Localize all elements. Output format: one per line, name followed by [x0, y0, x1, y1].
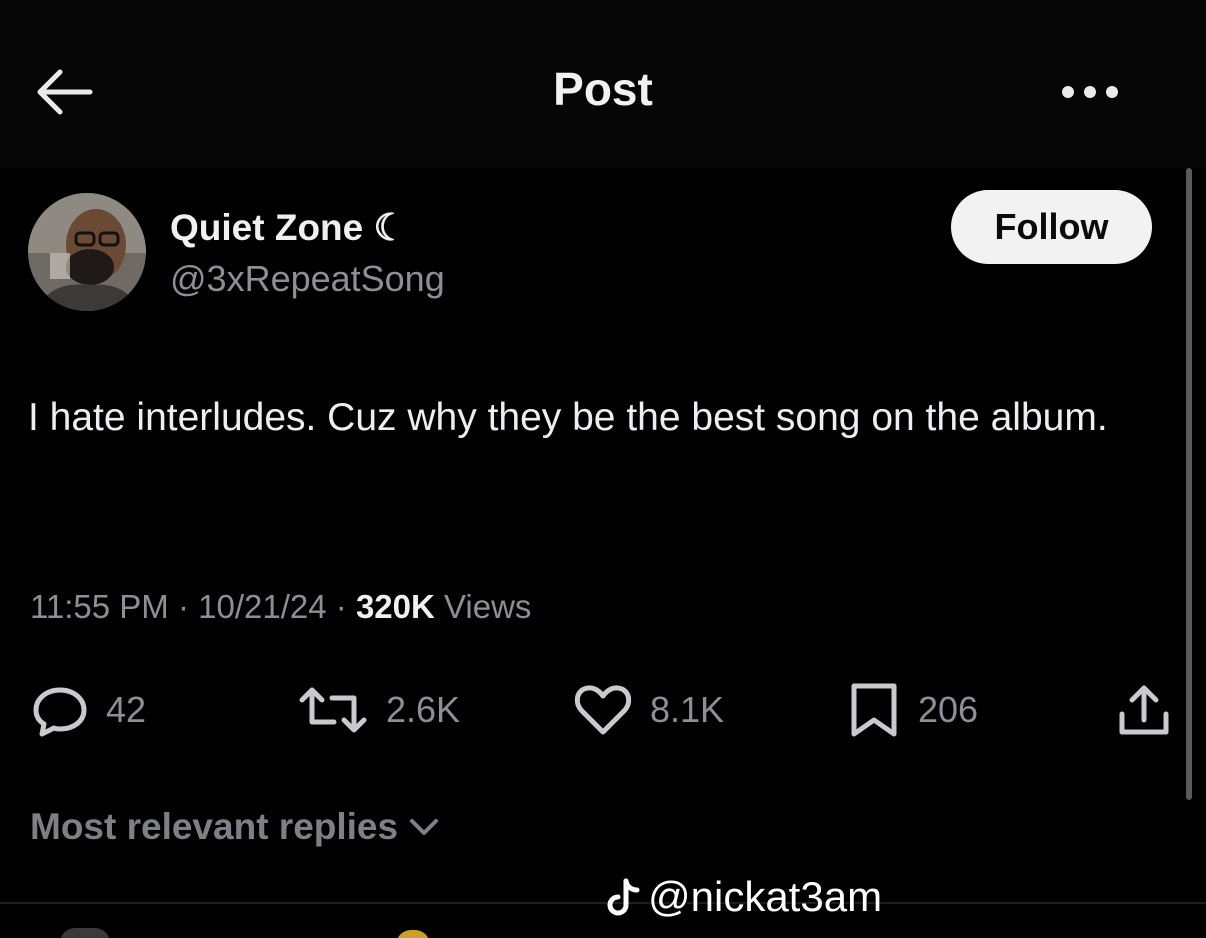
- divider: [0, 902, 1206, 904]
- author-avatar[interactable]: [28, 193, 146, 311]
- reply-icon: [33, 687, 87, 737]
- share-icon: [1119, 685, 1169, 735]
- reply-count: 42: [106, 689, 147, 730]
- author-display-name[interactable]: Quiet Zone ☾: [170, 206, 407, 249]
- like-button[interactable]: 8.1K: [572, 682, 724, 738]
- bookmark-count: 206: [918, 689, 979, 730]
- bookmark-button[interactable]: 206: [846, 682, 978, 738]
- like-icon: [574, 685, 632, 735]
- avatar-photo: [28, 193, 146, 311]
- watermark-text: @nickat3am: [648, 873, 883, 920]
- author-handle[interactable]: @3xRepeatSong: [170, 258, 445, 300]
- share-button[interactable]: [1114, 682, 1174, 738]
- more-icon: [1062, 86, 1118, 98]
- post-time: 11:55 PM: [30, 588, 169, 625]
- replies-sort-dropdown[interactable]: Most relevant replies: [30, 806, 442, 848]
- repost-button[interactable]: 2.6K: [296, 682, 460, 738]
- watermark: @nickat3am: [606, 873, 882, 921]
- reply-button[interactable]: 42: [30, 682, 146, 738]
- post-date: 10/21/24: [198, 588, 327, 625]
- meta-separator: ·: [326, 588, 356, 625]
- page-title: Post: [553, 63, 653, 115]
- post-text: I hate interludes. Cuz why they be the b…: [28, 396, 1108, 439]
- more-options-button[interactable]: [1052, 70, 1132, 114]
- top-bar: Post: [0, 0, 1206, 168]
- bookmark-icon: [851, 683, 897, 737]
- chevron-down-icon: [410, 819, 439, 835]
- follow-button[interactable]: Follow: [951, 190, 1152, 264]
- reply-avatar-peek: [60, 928, 110, 938]
- repost-icon: [299, 687, 367, 733]
- repost-count: 2.6K: [386, 689, 461, 730]
- scrollbar[interactable]: [1186, 168, 1192, 800]
- post-meta: 11:55 PM · 10/21/24 · 320K Views: [30, 588, 531, 626]
- views-count[interactable]: 320K: [356, 588, 435, 625]
- reply-emoji-peek: [396, 930, 430, 938]
- replies-sort-label: Most relevant replies: [30, 806, 399, 847]
- views-label: Views: [434, 588, 532, 625]
- like-count: 8.1K: [650, 689, 725, 730]
- meta-separator: ·: [168, 588, 199, 625]
- tiktok-icon: [607, 878, 640, 916]
